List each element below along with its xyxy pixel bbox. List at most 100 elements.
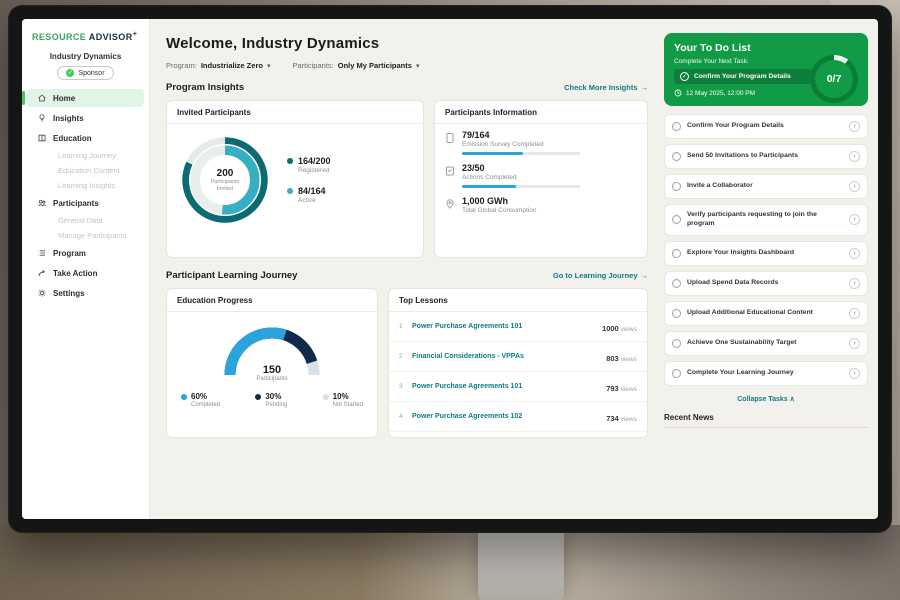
sidebar-item-general-data[interactable]: General Data — [27, 213, 144, 228]
org-name: Industry Dynamics — [22, 52, 149, 61]
monitor-stand — [478, 528, 564, 600]
insights-cards-row: Invited Participants 200 Participants In… — [166, 100, 648, 258]
task-checkbox[interactable] — [672, 309, 681, 318]
education-gauge-chart: 150 Participants — [216, 320, 328, 382]
list-icon — [37, 248, 47, 258]
invited-donut-chart: 200 Participants Invited — [177, 132, 273, 228]
lesson-row[interactable]: 2 Financial Considerations - VPPAs 803vi… — [389, 342, 647, 372]
checklist-icon — [445, 165, 455, 177]
chevron-right-icon[interactable]: › — [849, 151, 860, 162]
task-row[interactable]: Upload Additional Educational Content › — [664, 301, 868, 326]
sidebar-nav: Home Insights Education Learning Journey… — [22, 88, 149, 303]
legend-pending: 30%Pending — [255, 392, 287, 408]
task-checkbox[interactable] — [672, 152, 681, 161]
home-icon — [37, 93, 47, 103]
task-checkbox[interactable] — [672, 215, 681, 224]
recent-news-header: Recent News — [664, 413, 868, 428]
chevron-down-icon: ▾ — [416, 62, 420, 70]
task-row[interactable]: Achieve One Sustainability Target › — [664, 331, 868, 356]
chevron-right-icon[interactable]: › — [849, 278, 860, 289]
go-to-learning-journey-link[interactable]: Go to Learning Journey→ — [553, 271, 648, 280]
sidebar-item-take-action[interactable]: Take Action — [27, 264, 144, 282]
desk-background — [0, 525, 900, 600]
sponsor-badge-wrap: ✓ Sponsor — [22, 66, 149, 80]
task-row[interactable]: Confirm Your Program Details › — [664, 114, 868, 139]
program-insights-header: Program Insights Check More Insights→ — [166, 82, 648, 93]
task-checkbox[interactable] — [672, 249, 681, 258]
legend-registered: 164/200Registered — [287, 156, 331, 174]
sidebar-item-program[interactable]: Program — [27, 244, 144, 262]
page-title: Welcome, Industry Dynamics — [166, 35, 648, 52]
completed-dot — [181, 394, 187, 400]
task-row[interactable]: Invite a Collaborator › — [664, 174, 868, 199]
check-more-insights-link[interactable]: Check More Insights→ — [564, 83, 648, 92]
lesson-row[interactable]: 4 Power Purchase Agreements 102 734views — [389, 402, 647, 432]
sidebar-item-education-content[interactable]: Education Content — [27, 163, 144, 178]
sidebar-item-manage-participants[interactable]: Manage Participants — [27, 228, 144, 243]
task-row[interactable]: Send 50 Invitations to Participants › — [664, 144, 868, 169]
collapse-tasks-link[interactable]: Collapse Tasks ∧ — [664, 391, 868, 409]
task-checkbox[interactable] — [672, 182, 681, 191]
people-icon — [37, 198, 47, 208]
chevron-down-icon: ▾ — [267, 62, 271, 70]
sidebar-item-learning-insights[interactable]: Learning Insights — [27, 178, 144, 193]
emission-survey-row: 79/164 Emission Survey Completed — [445, 130, 637, 155]
task-checkbox[interactable] — [672, 279, 681, 288]
actions-progress-bar — [462, 185, 580, 188]
top-lessons-card: Top Lessons 1 Power Purchase Agreements … — [388, 288, 648, 438]
survey-icon — [445, 132, 455, 144]
sidebar-item-participants[interactable]: Participants — [27, 194, 144, 212]
lesson-row[interactable]: 1 Power Purchase Agreements 101 1000view… — [389, 312, 647, 342]
task-checkbox[interactable] — [672, 122, 681, 131]
dashboard-screen: RESOURCE ADVISOR+ Industry Dynamics ✓ Sp… — [22, 19, 878, 519]
legend-completed: 60%Completed — [181, 392, 220, 408]
sidebar-item-education[interactable]: Education — [27, 129, 144, 147]
legend-active: 84/164Active — [287, 186, 331, 204]
task-list: Confirm Your Program Details › Send 50 I… — [664, 114, 868, 409]
next-task-row[interactable]: ✓ Confirm Your Program Details — [674, 69, 812, 84]
chevron-right-icon[interactable]: › — [849, 338, 860, 349]
participants-dropdown[interactable]: Participants: Only My Participants ▾ — [292, 61, 419, 70]
check-circle-icon: ✓ — [680, 72, 689, 81]
invited-legend: 164/200Registered 84/164Active — [287, 156, 331, 204]
lesson-row[interactable]: 5 Power Purchase Agreements 103 600views — [389, 432, 647, 438]
education-legend: 60%Completed 30%Pending 10%Not Started — [167, 382, 377, 408]
sponsor-badge[interactable]: ✓ Sponsor — [57, 66, 113, 80]
chevron-right-icon[interactable]: › — [849, 368, 860, 379]
participants-information-card: Participants Information 79/164 Emission… — [434, 100, 648, 258]
sidebar-item-insights[interactable]: Insights — [27, 109, 144, 127]
emission-progress-bar — [462, 152, 580, 155]
not-started-dot — [323, 394, 329, 400]
chevron-right-icon[interactable]: › — [849, 121, 860, 132]
filters-row: Program: Industrialize Zero ▾ Participan… — [166, 61, 648, 70]
chevron-right-icon[interactable]: › — [849, 181, 860, 192]
sponsor-icon: ✓ — [66, 69, 74, 77]
lightbulb-icon — [37, 113, 47, 123]
chevron-right-icon[interactable]: › — [849, 214, 860, 225]
chevron-right-icon[interactable]: › — [849, 308, 860, 319]
pending-dot — [255, 394, 261, 400]
todo-card: Your To Do List Complete Your Next Task:… — [664, 33, 868, 106]
monitor-bezel: RESOURCE ADVISOR+ Industry Dynamics ✓ Sp… — [8, 5, 892, 533]
task-row[interactable]: Complete Your Learning Journey › — [664, 361, 868, 386]
chevron-right-icon[interactable]: › — [849, 248, 860, 259]
active-dot — [287, 188, 293, 194]
task-checkbox[interactable] — [672, 369, 681, 378]
sidebar-item-home[interactable]: Home — [27, 89, 144, 107]
task-row[interactable]: Verify participants requesting to join t… — [664, 204, 868, 236]
sidebar-item-settings[interactable]: Settings — [27, 284, 144, 302]
consumption-row: 1,000 GWh Total Global Consumption — [445, 196, 637, 214]
task-checkbox[interactable] — [672, 339, 681, 348]
task-row[interactable]: Upload Spend Data Records › — [664, 271, 868, 296]
action-arrow-icon — [37, 268, 47, 278]
main-content: Welcome, Industry Dynamics Program: Indu… — [150, 19, 660, 519]
sidebar-item-learning-journey[interactable]: Learning Journey — [27, 148, 144, 163]
todo-panel: Your To Do List Complete Your Next Task:… — [660, 19, 878, 519]
todo-progress-ring: 0/7 — [810, 55, 858, 103]
actions-completed-row: 23/50 Actions Completed — [445, 163, 637, 188]
learning-journey-header: Participant Learning Journey Go to Learn… — [166, 270, 648, 281]
program-dropdown[interactable]: Program: Industrialize Zero ▾ — [166, 61, 270, 70]
arrow-right-icon: → — [641, 271, 649, 280]
lesson-row[interactable]: 3 Power Purchase Agreements 101 793views — [389, 372, 647, 402]
task-row[interactable]: Explore Your Insights Dashboard › — [664, 241, 868, 266]
